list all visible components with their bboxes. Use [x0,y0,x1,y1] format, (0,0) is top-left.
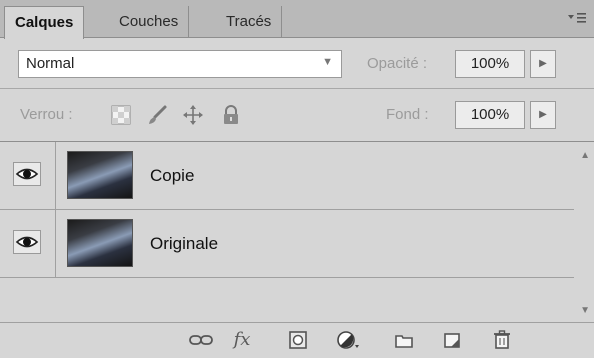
tab-couches[interactable]: Couches [109,6,190,38]
opacity-input[interactable]: 100% [455,50,525,78]
lock-pixels-brush-icon[interactable] [146,104,168,126]
layer-thumbnail [67,219,133,267]
chevron-right-icon: ▶ [539,58,547,69]
adjustment-icon[interactable] [336,329,360,351]
blend-mode-value: Normal [26,55,75,72]
visibility-cell [0,210,56,277]
layers-panel: Calques Couches Tracés Normal ▼ Opacité … [0,0,594,357]
lock-all-padlock-icon[interactable] [220,104,242,126]
tab-bar: Calques Couches Tracés [0,0,594,39]
opacity-label: Opacité : [367,55,428,72]
layer-row-copie[interactable]: Copie [0,142,574,210]
tab-traces[interactable]: Tracés [216,6,283,38]
eye-icon[interactable] [13,230,41,254]
opacity-slider-button[interactable]: ▶ [530,50,556,78]
layer-thumbnail [67,151,133,199]
blend-mode-dropdown[interactable]: Normal ▼ [18,50,342,78]
mask-icon[interactable] [286,329,310,351]
fill-label: Fond : [386,106,429,123]
layer-name[interactable]: Originale [150,234,218,254]
blend-opacity-row: Normal ▼ Opacité : 100% ▶ [0,38,594,89]
chevron-down-icon: ▼ [322,56,333,68]
fx-label: fx [233,329,251,350]
fx-icon[interactable]: fx [230,329,254,351]
layers-scrollbar[interactable]: ▲ ▼ [574,142,594,322]
layers-list: Copie Originale [0,142,574,322]
tab-calques[interactable]: Calques [4,6,85,39]
group-folder-icon[interactable] [392,329,416,351]
fill-input[interactable]: 100% [455,101,525,129]
tab-calques-label: Calques [15,14,74,31]
fill-value: 100% [470,106,510,123]
layer-row-originale[interactable]: Originale [0,210,574,278]
lock-fill-row: Verrou : Fond: 100% ▶ [0,89,594,142]
lock-label: Verrou : [20,106,73,123]
eye-icon[interactable] [13,162,41,186]
visibility-cell [0,142,56,209]
trash-icon[interactable] [490,329,514,351]
link-layers-icon[interactable] [188,329,213,351]
lock-transparency-icon[interactable] [110,104,132,126]
new-layer-icon[interactable] [440,329,464,351]
layers-toolbar: fx [0,322,594,357]
tab-couches-label: Couches [119,13,179,30]
fill-slider-button[interactable]: ▶ [530,101,556,129]
panel-menu-icon[interactable] [566,7,588,29]
layer-name[interactable]: Copie [150,166,194,186]
opacity-value: 100% [470,55,510,72]
scroll-down-icon[interactable]: ▼ [580,305,590,316]
chevron-right-icon: ▶ [539,109,547,120]
tab-traces-label: Tracés [226,13,272,30]
scroll-up-icon[interactable]: ▲ [580,150,590,161]
lock-position-move-icon[interactable] [182,104,204,126]
